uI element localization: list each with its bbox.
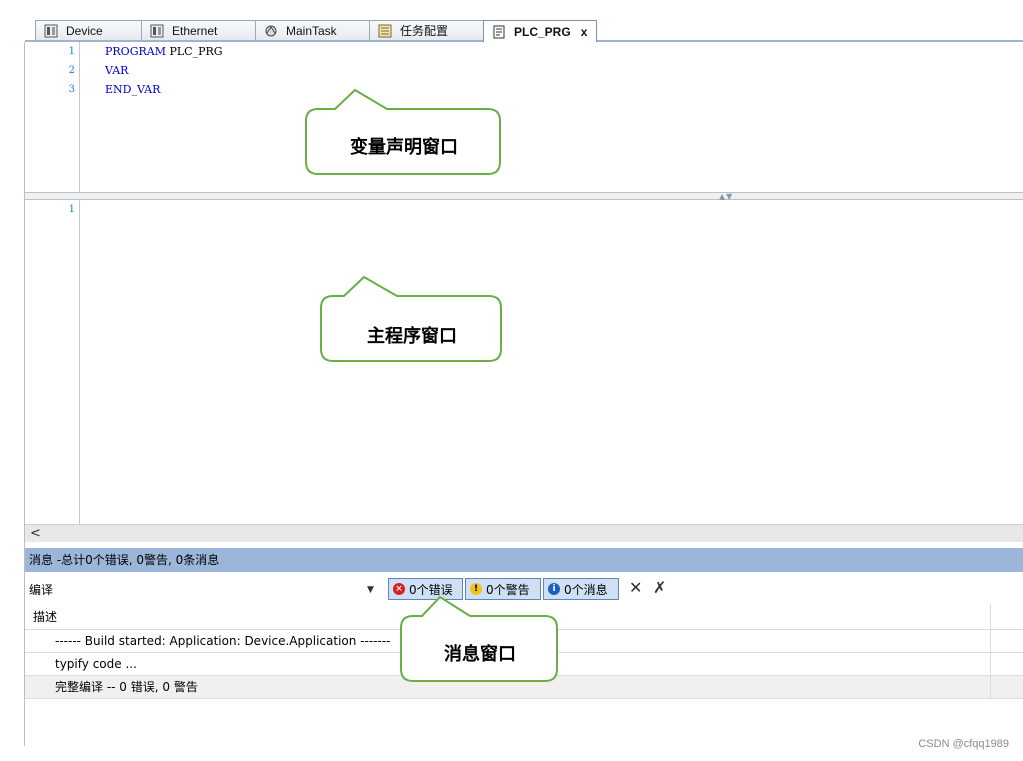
warning-icon: ! (470, 583, 482, 595)
line-number: 3 (68, 84, 75, 95)
ethernet-icon (150, 24, 164, 38)
task-config-icon (378, 24, 392, 38)
message-category-select[interactable]: 编译 ▼ (25, 579, 380, 601)
close-tab-icon[interactable]: x (581, 25, 588, 39)
callout-label: 变量声明窗口 (350, 137, 458, 158)
tab-plc-prg[interactable]: PLC_PRG x (483, 20, 597, 42)
callout-label: 主程序窗口 (367, 326, 457, 347)
tab-maintask[interactable]: MainTask (255, 20, 371, 40)
code-line: END_VAR (105, 83, 161, 96)
tab-label: Ethernet (172, 23, 218, 38)
callout-label: 消息窗口 (444, 644, 516, 665)
declaration-pane[interactable]: 1 2 3 PROGRAM PLC_PRG VAR END_VAR (25, 42, 1023, 192)
messages-filter-label: 0个消息 (564, 582, 608, 597)
editor-tab-bar: Device Ethernet MainTask 任务配置 PLC_PRG x (25, 18, 1023, 42)
program-icon (492, 25, 506, 39)
line-number-gutter: 1 (25, 200, 80, 524)
line-number: 1 (68, 204, 75, 215)
callout-message-window: 消息窗口 (400, 595, 560, 683)
category-value: 编译 (29, 583, 54, 597)
tab-label: 任务配置 (400, 24, 449, 38)
horizontal-scrollbar[interactable]: < (25, 524, 1023, 542)
clear-all-icon[interactable]: ✗ (653, 578, 666, 597)
clear-icon[interactable]: ✕ (629, 578, 642, 597)
code-line: VAR (105, 64, 129, 77)
task-icon (264, 24, 278, 38)
messages-panel-title: 消息 -总计0个错误, 0警告, 0条消息 (25, 548, 1023, 572)
line-number-gutter: 1 2 3 (25, 42, 80, 192)
scroll-left-icon[interactable]: < (30, 526, 41, 541)
pane-splitter[interactable]: ▲▼ (25, 192, 1023, 201)
error-icon: × (393, 583, 405, 595)
tab-label: MainTask (286, 23, 337, 38)
tab-ethernet[interactable]: Ethernet (141, 20, 257, 40)
tab-task-config[interactable]: 任务配置 (369, 20, 485, 40)
line-number: 2 (68, 65, 75, 76)
code-line: PROGRAM PLC_PRG (105, 45, 223, 58)
tab-device[interactable]: Device (35, 20, 143, 40)
column-divider (990, 604, 991, 700)
chevron-down-icon[interactable]: ▼ (367, 579, 374, 601)
callout-main-window: 主程序窗口 (320, 275, 504, 363)
editor: 1 2 3 PROGRAM PLC_PRG VAR END_VAR ▲▼ 1 < (25, 42, 1023, 542)
device-icon (44, 24, 58, 38)
line-number: 1 (68, 46, 75, 57)
info-icon: i (548, 583, 560, 595)
tab-label: PLC_PRG (514, 24, 571, 39)
watermark: CSDN @cfqq1989 (918, 738, 1009, 750)
implementation-pane[interactable]: 1 (25, 200, 1023, 524)
callout-declaration-window: 变量声明窗口 (305, 88, 503, 176)
tab-label: Device (66, 23, 103, 38)
